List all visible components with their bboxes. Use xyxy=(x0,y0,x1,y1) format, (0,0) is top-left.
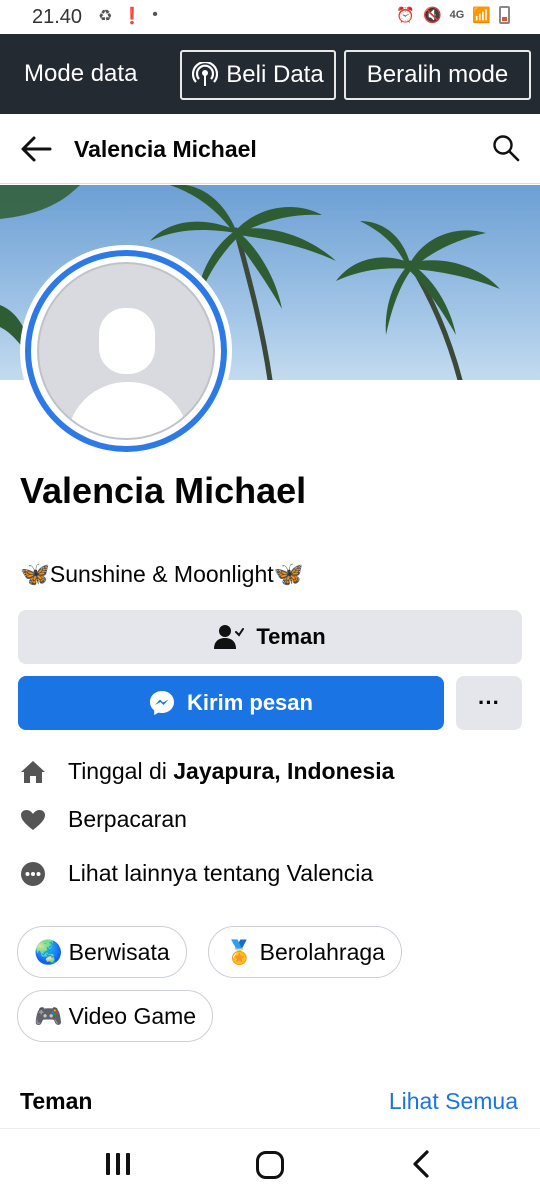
home-icon xyxy=(20,759,46,785)
data-mode-label: Mode data xyxy=(24,60,138,87)
profile-header: Valencia Michael xyxy=(0,114,540,184)
more-circle-icon xyxy=(20,861,46,887)
info-lives-in: Tinggal di Jayapura, Indonesia xyxy=(20,758,394,785)
bio-text: Sunshine & Moonlight xyxy=(49,561,274,587)
switch-mode-button[interactable]: Beralih mode xyxy=(344,50,531,100)
game-controller-icon: 🎮 xyxy=(34,1002,63,1029)
friends-button-label: Teman xyxy=(256,624,326,649)
info-relationship: Berpacaran xyxy=(20,806,187,833)
hobby-chip-video-game[interactable]: 🎮 Video Game xyxy=(17,990,214,1042)
data-mode-bar: Mode data Beli Data Beralih mode xyxy=(0,34,540,114)
profile-name: Valencia Michael xyxy=(20,470,307,511)
search-icon[interactable] xyxy=(492,134,520,162)
recents-icon[interactable] xyxy=(106,1153,130,1175)
switch-mode-label: Beralih mode xyxy=(366,61,509,88)
globe-icon: 🌏 xyxy=(34,938,63,965)
butterfly-icon: 🦋 xyxy=(20,561,50,588)
mute-icon: 🔇 xyxy=(422,7,442,24)
medal-icon: 🏅 xyxy=(225,938,254,965)
see-all-friends-link[interactable]: Lihat Semua xyxy=(389,1088,518,1115)
header-title: Valencia Michael xyxy=(74,136,257,162)
friends-button[interactable]: Teman xyxy=(18,610,522,664)
home-button-icon[interactable] xyxy=(256,1151,284,1179)
alarm-icon: ⏰ xyxy=(396,7,415,24)
back-arrow-icon[interactable] xyxy=(20,134,52,164)
messenger-icon xyxy=(150,691,175,715)
more-options-button[interactable]: ··· xyxy=(456,676,522,730)
more-dots-icon: ··· xyxy=(478,690,500,715)
battery-icon xyxy=(499,6,510,24)
send-message-button[interactable]: Kirim pesan xyxy=(18,676,444,730)
system-nav-bar xyxy=(0,1128,540,1200)
friend-check-icon xyxy=(214,625,245,649)
butterfly-icon: 🦋 xyxy=(273,561,304,588)
status-time: 21.40 xyxy=(32,6,83,28)
friends-section-title: Teman xyxy=(20,1088,93,1114)
buy-data-button[interactable]: Beli Data xyxy=(180,50,336,100)
status-bar: 21.40 ♻ ❗ • ⏰ 🔇 4G 📶 xyxy=(0,0,540,34)
hobby-chip-travel[interactable]: 🌏 Berwisata xyxy=(17,926,187,978)
send-message-label: Kirim pesan xyxy=(187,690,313,715)
default-avatar-icon xyxy=(37,262,215,440)
heart-icon xyxy=(20,807,46,833)
lives-in-place[interactable]: Jayapura, Indonesia xyxy=(173,758,394,785)
profile-bio: 🦋 Sunshine & Moonlight 🦋 xyxy=(20,560,304,589)
broadcast-icon xyxy=(192,62,219,86)
alert-icon: ❗ xyxy=(122,8,143,25)
hobby-chip-sports[interactable]: 🏅 Berolahraga xyxy=(208,926,402,978)
profile-avatar[interactable] xyxy=(20,245,232,457)
dot-icon: • xyxy=(152,6,158,23)
buy-data-label: Beli Data xyxy=(226,61,324,88)
info-see-more[interactable]: Lihat lainnya tentang Valencia xyxy=(20,860,373,887)
sync-icon: ♻ xyxy=(98,8,113,25)
network-label: 4G xyxy=(449,9,465,21)
signal-icon: 📶 xyxy=(472,7,491,24)
system-back-icon[interactable] xyxy=(410,1149,432,1179)
